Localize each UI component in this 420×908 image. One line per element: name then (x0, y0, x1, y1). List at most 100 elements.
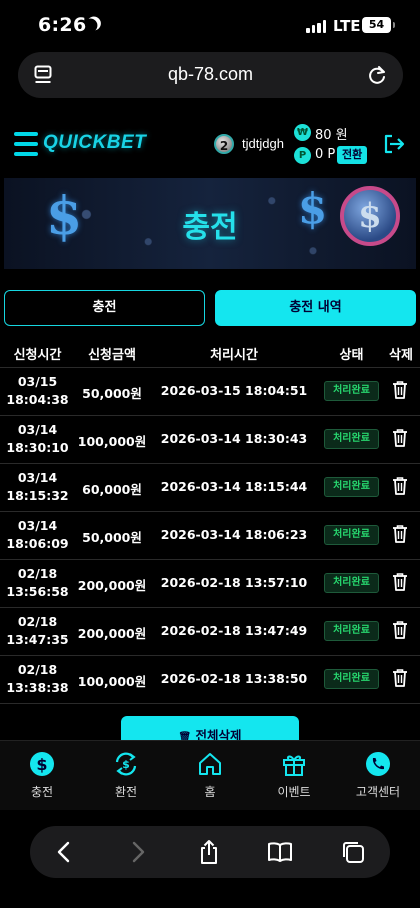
status-time: 6:26 (38, 14, 87, 36)
request-amount: 200,000원 (77, 626, 147, 641)
home-icon (199, 753, 221, 775)
request-date: 03/14 (17, 470, 58, 485)
reload-icon[interactable] (366, 64, 388, 86)
nav-home[interactable]: 홈 (168, 751, 252, 800)
url-text[interactable]: qb-78.com (18, 64, 403, 85)
battery-icon: 54 (362, 17, 395, 33)
processed-time: 2026-02-18 13:38:50 (160, 671, 308, 686)
trash-icon[interactable] (392, 476, 408, 496)
nav-label: 고객센터 (355, 785, 401, 799)
status-badge: 처리완료 (324, 621, 379, 641)
request-time: 03/14 18:30:10 (5, 421, 70, 457)
bookmarks-icon[interactable] (267, 839, 293, 865)
table-header: 신청시간 신청금액 처리시간 상태 삭제 (0, 338, 420, 368)
table-row: 02/18 13:56:58 200,000원 2026-02-18 13:57:10… (0, 560, 420, 608)
logout-icon[interactable] (383, 134, 405, 154)
header-delete: 삭제 (389, 348, 413, 363)
request-amount: 100,000원 (77, 674, 147, 689)
request-clock: 13:56:58 (6, 584, 69, 599)
phone-icon (366, 752, 390, 776)
network-label: LTE (333, 17, 361, 35)
processed-time: 2026-02-18 13:57:10 (160, 575, 308, 590)
request-time: 02/18 13:56:58 (5, 565, 70, 601)
exchange-icon: $ (115, 752, 137, 776)
trash-icon[interactable] (392, 524, 408, 544)
logo[interactable]: QUICKBET (43, 132, 146, 154)
page-title: 충전 (182, 210, 238, 245)
header-status: 상태 (339, 348, 364, 363)
nav-label: 환전 (114, 785, 138, 799)
header-request-time: 신청시간 (13, 348, 62, 363)
request-date: 02/18 (17, 614, 58, 629)
status-badge: 처리완료 (324, 381, 379, 401)
trash-icon[interactable] (392, 380, 408, 400)
nav-event[interactable]: 이벤트 (252, 751, 336, 800)
delete-all-button[interactable]: 🗑 전체삭제 (121, 716, 299, 743)
back-icon[interactable] (51, 839, 77, 865)
request-time: 02/18 13:38:38 (5, 661, 70, 697)
processed-time: 2026-03-14 18:15:44 (160, 479, 308, 494)
signal-icon (306, 20, 326, 33)
trash-icon[interactable] (392, 428, 408, 448)
browser-toolbar (30, 826, 390, 878)
gift-icon (283, 755, 305, 776)
svg-text:$: $ (122, 758, 130, 771)
request-time: 02/18 13:47:35 (5, 613, 70, 649)
nav-exchange[interactable]: $ 환전 (84, 751, 168, 800)
nav-label: 홈 (204, 785, 216, 799)
tabs-icon[interactable] (340, 839, 366, 865)
request-amount: 60,000원 (82, 482, 142, 497)
table-row: 03/14 18:15:32 60,000원 2026-03-14 18:15:44 처… (0, 464, 420, 512)
request-date: 02/18 (17, 662, 58, 677)
level-badge: 2 (214, 134, 234, 154)
status-bar: 6:26 LTE 54 (0, 0, 420, 52)
tab-deposit[interactable]: 충전 (4, 290, 205, 326)
page-banner: $ $ $ 충전 (4, 178, 416, 269)
processed-time: 2026-03-15 18:04:51 (160, 383, 308, 398)
processed-time: 2026-03-14 18:06:23 (160, 527, 308, 542)
trash-icon[interactable] (392, 668, 408, 688)
forward-icon[interactable] (125, 839, 151, 865)
request-clock: 13:47:35 (6, 632, 69, 647)
table-row: 03/14 18:06:09 50,000원 2026-03-14 18:06:23 처… (0, 512, 420, 560)
hamburger-menu-icon[interactable] (14, 132, 38, 156)
table-row: 02/18 13:47:35 200,000원 2026-02-18 13:47:49… (0, 608, 420, 656)
nav-customer-center[interactable]: 고객센터 (336, 751, 420, 800)
nav-label: 충전 (30, 785, 54, 799)
username[interactable]: tjdtjdgh (242, 136, 284, 151)
tab-deposit-history[interactable]: 충전 내역 (215, 290, 416, 326)
trash-icon[interactable] (392, 572, 408, 592)
request-date: 03/14 (17, 518, 58, 533)
nav-deposit[interactable]: $ 충전 (0, 751, 84, 800)
nav-label: 이벤트 (277, 785, 311, 799)
convert-button[interactable]: 전환 (337, 146, 368, 164)
request-amount: 200,000원 (77, 578, 147, 593)
request-time: 03/14 18:15:32 (5, 469, 70, 505)
header-request-amount: 신청금액 (88, 348, 136, 363)
status-badge: 처리완료 (324, 669, 379, 689)
table-row: 02/18 13:38:38 100,000원 2026-02-18 13:38:50… (0, 656, 420, 704)
header-processed-time: 처리시간 (210, 348, 258, 363)
trash-icon[interactable] (392, 620, 408, 640)
site-header: QUICKBET 2 tjdtjdgh ₩ 80 원 P 0 P 전환 (0, 118, 420, 173)
status-badge: 처리완료 (324, 477, 379, 497)
status-badge: 처리완료 (324, 429, 379, 449)
point-balance: 0 P (315, 147, 336, 162)
request-amount: 50,000원 (82, 386, 142, 401)
request-date: 02/18 (17, 566, 58, 581)
request-date: 03/14 (17, 422, 58, 437)
request-clock: 13:38:38 (6, 680, 69, 695)
money-balance: 80 원 (315, 128, 348, 143)
dollar-circle-icon: $ (30, 752, 54, 776)
point-icon: P (294, 147, 311, 164)
processed-time: 2026-02-18 13:47:49 (160, 623, 308, 638)
status-badge: 처리완료 (324, 573, 379, 593)
request-clock: 18:06:09 (6, 536, 69, 551)
request-time: 03/15 18:04:38 (5, 373, 70, 409)
request-time: 03/14 18:06:09 (5, 517, 70, 553)
share-icon[interactable] (196, 839, 222, 865)
url-bar[interactable]: qb-78.com (18, 52, 403, 98)
status-badge: 처리완료 (324, 525, 379, 545)
table-row: 03/14 18:30:10 100,000원 2026-03-14 18:30:43… (0, 416, 420, 464)
table-row: 03/15 18:04:38 50,000원 2026-03-15 18:04:51 처… (0, 368, 420, 416)
